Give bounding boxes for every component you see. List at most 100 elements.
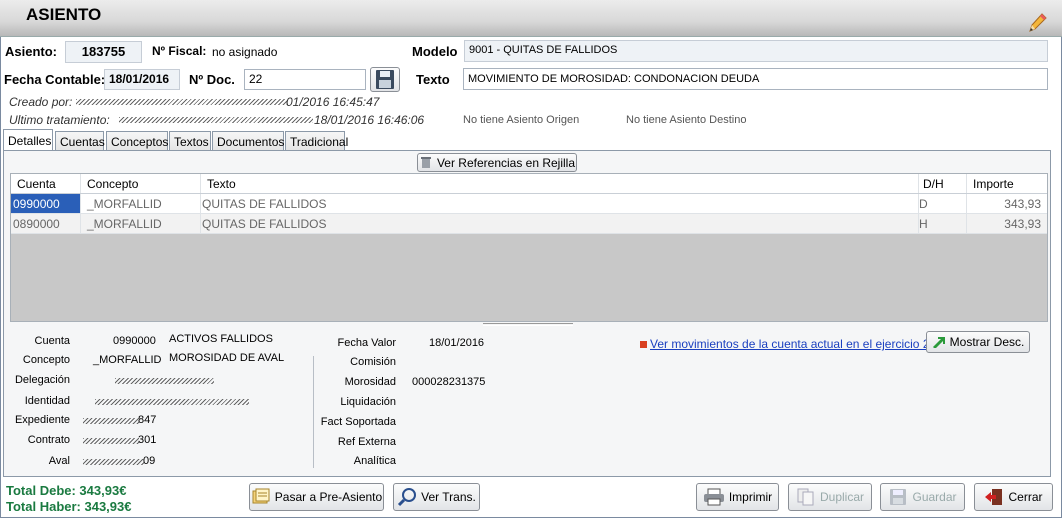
col-concepto[interactable]: Concepto xyxy=(87,177,138,191)
modelo-label: Modelo xyxy=(412,44,458,59)
table-row[interactable]: 0890000 _MORFALLID QUITAS DE FALLIDOS H … xyxy=(11,214,1047,234)
ver-referencias-label: Ver Referencias en Rejilla xyxy=(436,155,576,170)
col-dh[interactable]: D/H xyxy=(923,177,944,191)
cell-dh: D xyxy=(919,197,928,211)
comision-label: Comisión xyxy=(350,356,396,368)
grid-header: Cuenta Concepto Texto D/H Importe xyxy=(11,174,1047,194)
liquidacion-label: Liquidación xyxy=(340,396,396,408)
duplicar-button[interactable]: Duplicar xyxy=(788,483,872,511)
cell-cuenta: 0990000 xyxy=(11,194,80,213)
guardar-button[interactable]: Guardar xyxy=(880,483,965,511)
analitica-label: Analítica xyxy=(353,455,396,467)
fiscal-label: Nº Fiscal: xyxy=(152,44,207,58)
ultimo-user-redacted xyxy=(119,113,313,127)
col-cuenta[interactable]: Cuenta xyxy=(17,177,56,191)
imprimir-button[interactable]: Imprimir xyxy=(696,483,779,511)
tab-textos[interactable]: Textos xyxy=(169,131,211,151)
identidad-redacted xyxy=(95,395,249,409)
col-importe[interactable]: Importe xyxy=(973,177,1014,191)
ver-trans-button[interactable]: Ver Trans. xyxy=(393,483,480,511)
tab-detalles[interactable]: Detalles xyxy=(3,129,53,150)
ultimo-label: Ultimo tratamiento: xyxy=(9,113,110,127)
cell-texto: QUITAS DE FALLIDOS xyxy=(202,217,327,231)
texto-label: Texto xyxy=(416,72,450,87)
guardar-label: Guardar xyxy=(912,490,957,504)
mostrar-desc-label: Mostrar Desc. xyxy=(949,335,1025,349)
cerrar-label: Cerrar xyxy=(1008,490,1043,504)
mostrar-desc-button[interactable]: Mostrar Desc. xyxy=(926,331,1030,353)
cell-dh: H xyxy=(919,217,928,231)
window-title: ASIENTO xyxy=(26,5,102,24)
apuntes-grid: Cuenta Concepto Texto D/H Importe 099000… xyxy=(10,173,1048,322)
fecha-contable-label: Fecha Contable: xyxy=(4,72,106,87)
cell-importe: 343,93 xyxy=(1004,197,1041,211)
detail-identidad-label: Identidad xyxy=(24,395,70,407)
detail-concepto-desc: MOROSIDAD DE AVAL xyxy=(169,352,285,364)
ref-externa-label: Ref Externa xyxy=(337,436,396,448)
ver-trans-label: Ver Trans. xyxy=(421,490,476,504)
creado-label: Creado por: xyxy=(9,95,73,109)
fiscal-value: no asignado xyxy=(212,45,278,59)
modelo-field[interactable]: 9001 - QUITAS DE FALLIDOS xyxy=(464,40,1048,62)
exit-door-icon xyxy=(985,489,1003,505)
ultimo-time: 18/01/2016 16:46:06 xyxy=(314,113,425,127)
detail-aval-label: Aval xyxy=(48,455,70,467)
detail-expediente-tail: 847 xyxy=(138,414,157,426)
ver-referencias-button[interactable]: Ver Referencias en Rejilla xyxy=(417,153,577,172)
creado-user-redacted xyxy=(76,95,288,109)
printer-icon xyxy=(703,488,724,506)
detail-expediente-label: Expediente xyxy=(14,414,70,426)
table-row[interactable]: 0990000 _MORFALLID QUITAS DE FALLIDOS D … xyxy=(11,194,1047,214)
ver-movimientos-text: Ver movimientos de la cuenta actual en e… xyxy=(650,337,950,351)
tab-documentos[interactable]: Documentos xyxy=(212,131,284,151)
tab-tradicional[interactable]: Tradicional xyxy=(285,131,348,151)
fecha-valor: 18/01/2016 xyxy=(429,337,485,349)
detail-divider xyxy=(313,356,314,468)
magnifier-icon xyxy=(398,488,417,507)
morosidad-value: 000028231375 xyxy=(412,376,486,388)
document-stack-icon xyxy=(252,488,270,504)
detail-concepto-label: Concepto xyxy=(22,354,70,366)
asiento-label: Asiento: xyxy=(5,44,57,59)
pencil-icon[interactable] xyxy=(1026,11,1048,35)
total-haber: Total Haber: 343,93€ xyxy=(6,499,132,514)
asiento-number: 183755 xyxy=(65,41,142,63)
pasar-pre-asiento-label: Pasar a Pre-Asiento xyxy=(274,490,383,504)
cell-cuenta: 0890000 xyxy=(13,217,60,231)
ver-movimientos-link[interactable]: Ver movimientos de la cuenta actual en e… xyxy=(640,337,950,351)
green-arrow-icon xyxy=(932,337,945,348)
cerrar-button[interactable]: Cerrar xyxy=(974,483,1053,511)
link-bullet-icon xyxy=(640,340,647,348)
num-doc-label: Nº Doc. xyxy=(189,72,235,87)
pasar-pre-asiento-button[interactable]: Pasar a Pre-Asiento xyxy=(249,483,384,511)
save-doc-button[interactable] xyxy=(370,67,400,92)
aval-redacted xyxy=(83,455,144,469)
creado-time: 01/2016 16:45:47 xyxy=(286,95,380,109)
detail-cuenta-code: 0990000 xyxy=(113,335,156,347)
tab-cuentas[interactable]: Cuentas xyxy=(55,131,105,151)
delegacion-redacted xyxy=(115,374,214,388)
imprimir-label: Imprimir xyxy=(728,490,773,504)
floppy-icon xyxy=(890,489,907,505)
detail-delegacion-label: Delegación xyxy=(14,374,70,386)
morosidad-label: Morosidad xyxy=(344,376,396,388)
floppy-icon xyxy=(376,70,394,89)
detail-cuenta-desc: ACTIVOS FALLIDOS xyxy=(169,333,273,345)
cell-concepto: _MORFALLID xyxy=(87,217,162,231)
tab-conceptos[interactable]: Conceptos xyxy=(106,131,168,151)
asiento-origen: No tiene Asiento Origen xyxy=(463,114,580,126)
detail-cuenta-label: Cuenta xyxy=(34,335,70,347)
expediente-redacted xyxy=(83,414,139,428)
total-debe: Total Debe: 343,93€ xyxy=(6,483,127,498)
splitter-handle[interactable] xyxy=(483,323,573,326)
num-doc-input[interactable]: 22 xyxy=(244,69,366,90)
col-texto[interactable]: Texto xyxy=(207,177,236,191)
texto-input[interactable]: MOVIMIENTO DE MOROSIDAD: CONDONACION DEU… xyxy=(463,68,1048,90)
title-bar: ASIENTO xyxy=(0,0,1062,37)
cell-concepto: _MORFALLID xyxy=(87,197,162,211)
detail-aval-tail: 09 xyxy=(143,455,156,467)
fecha-contable-field[interactable]: 18/01/2016 xyxy=(104,69,180,90)
cell-importe: 343,93 xyxy=(1004,217,1041,231)
detail-concepto-code: _MORFALLID xyxy=(93,354,162,366)
trash-icon xyxy=(420,157,431,168)
